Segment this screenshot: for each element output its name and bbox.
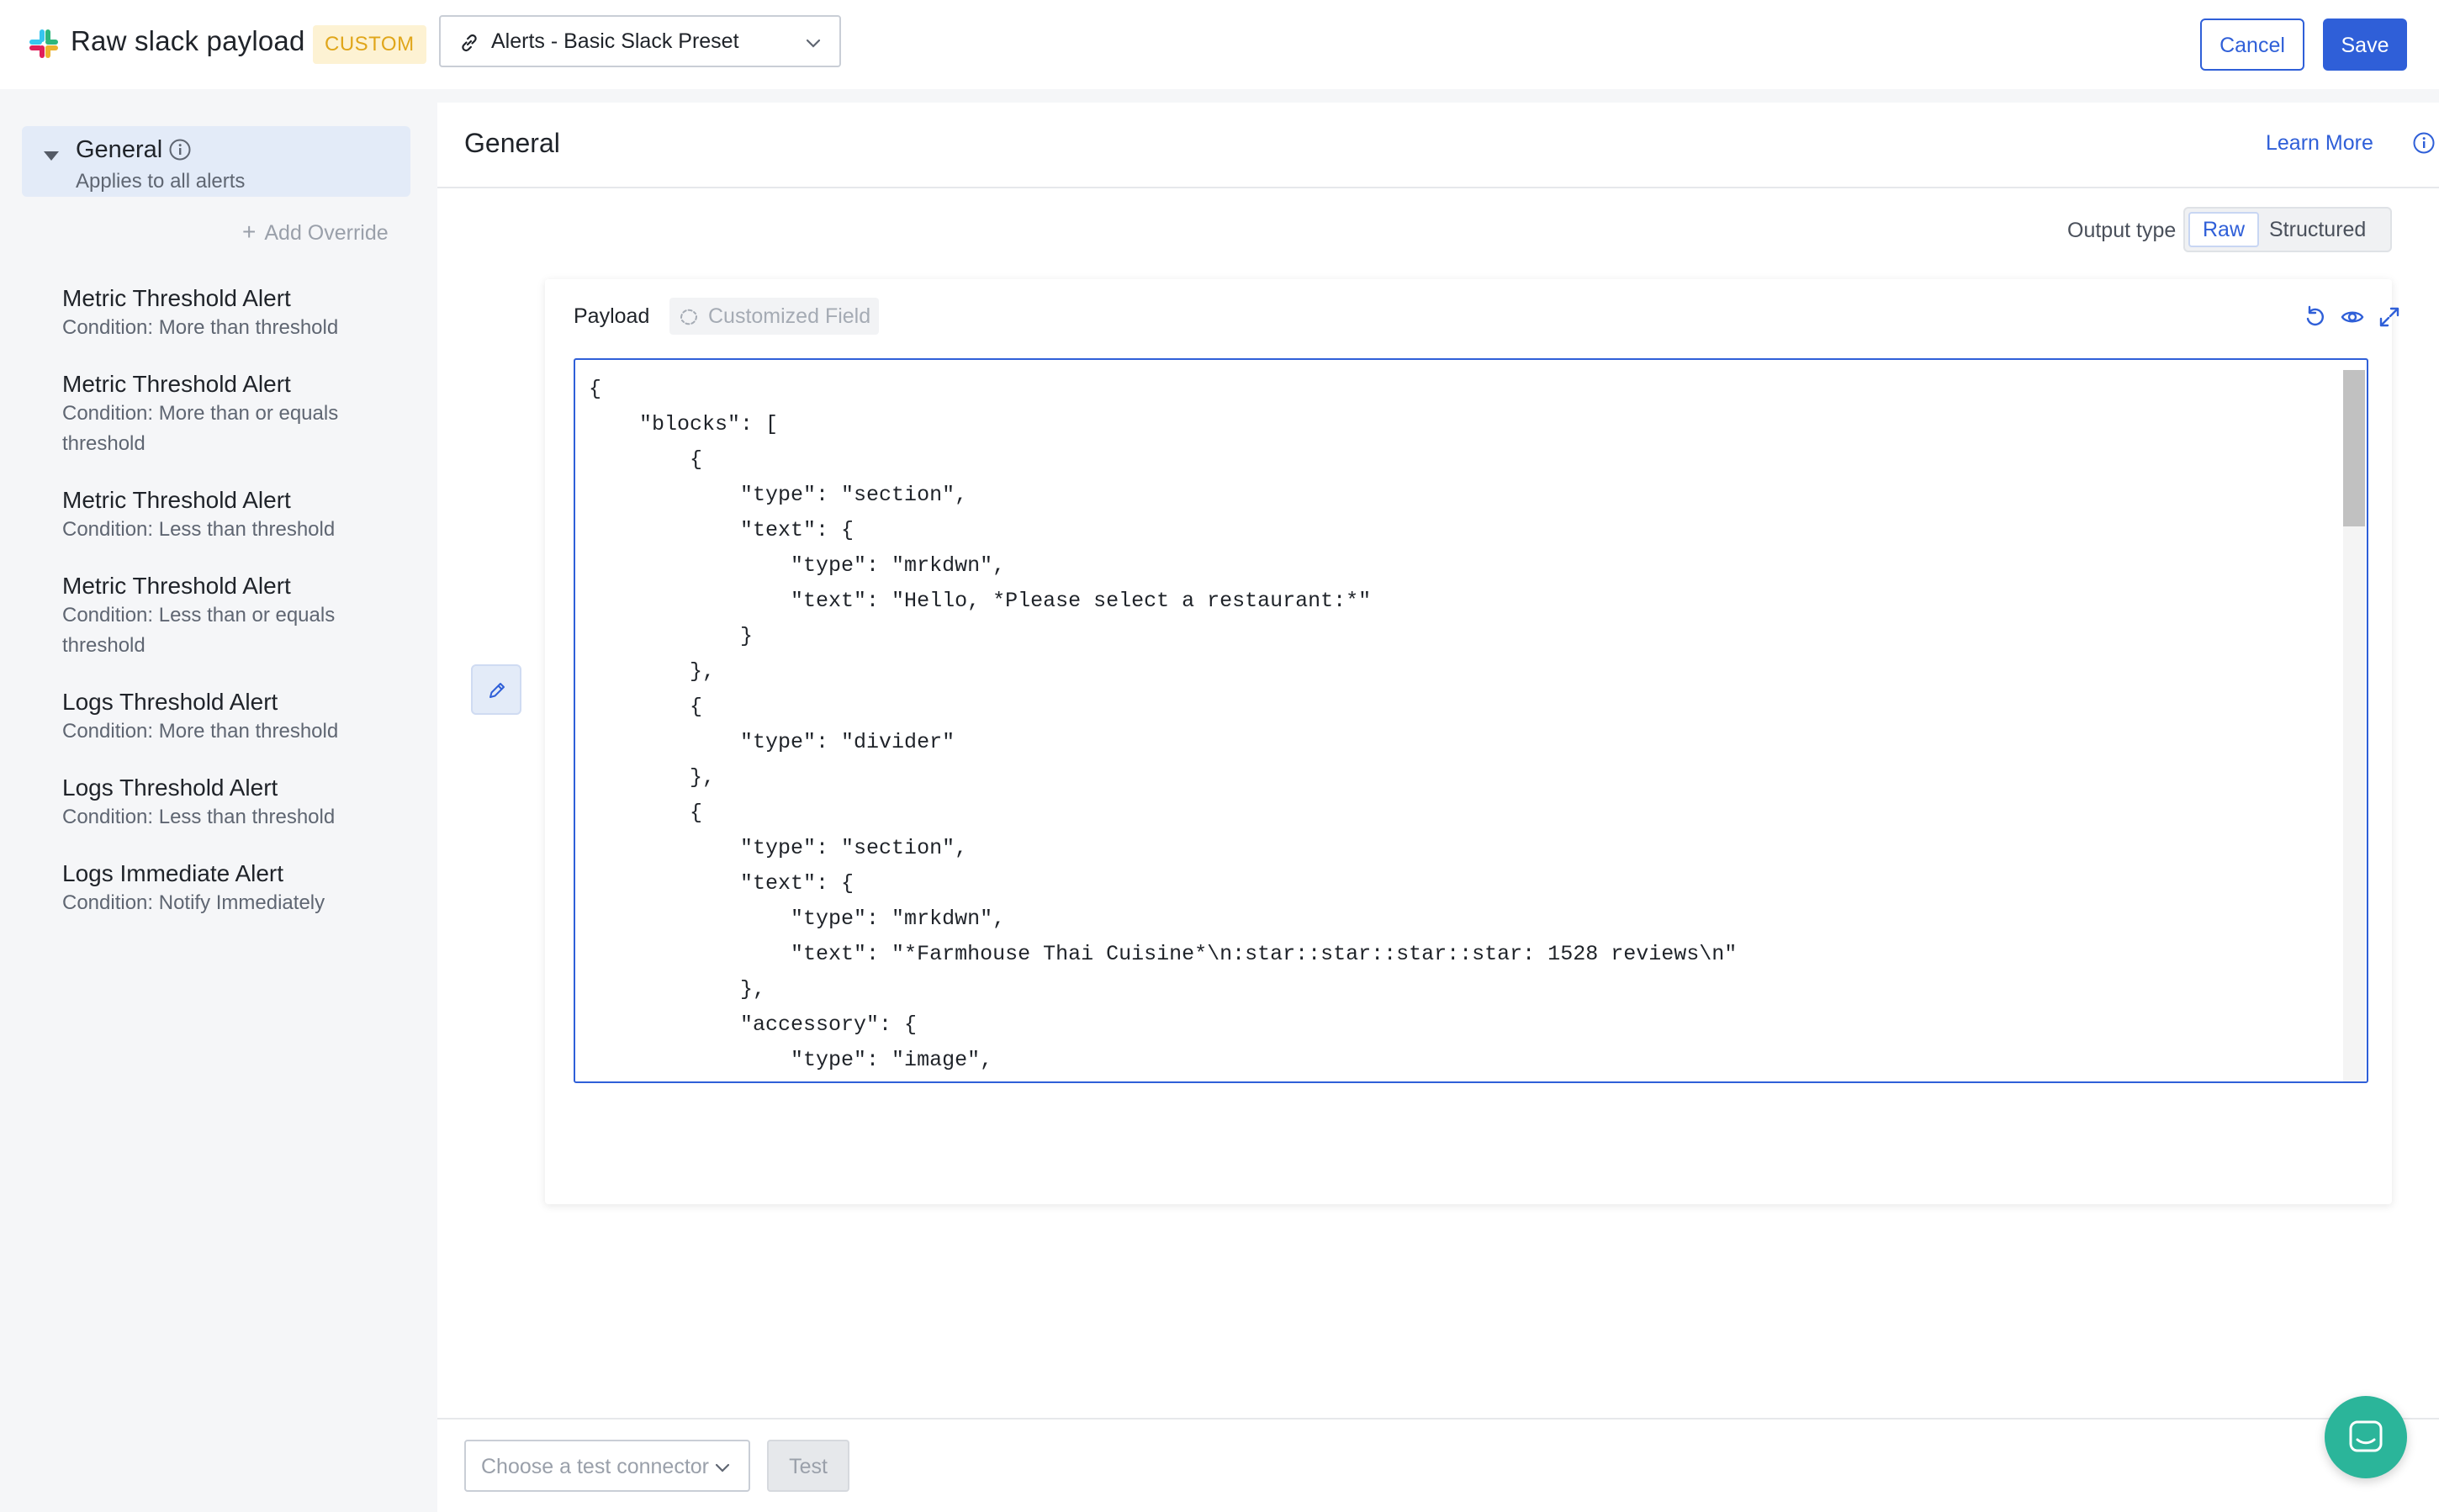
chat-icon — [2349, 1420, 2383, 1452]
add-override-button[interactable]: + Add Override — [242, 219, 389, 246]
sidebar-item-alert[interactable]: Logs Threshold Alert Condition: More tha… — [62, 688, 399, 747]
alert-title: Logs Threshold Alert — [62, 775, 278, 801]
sidebar: General Applies to all alerts + Add Overr… — [0, 89, 437, 1512]
alert-condition: Condition: Less than or equals threshold — [62, 604, 336, 657]
chat-button[interactable] — [2325, 1396, 2407, 1478]
sidebar-item-alert[interactable]: Metric Threshold Alert Condition: More t… — [62, 284, 399, 343]
customized-field-label: Customized Field — [708, 304, 871, 328]
undo-icon[interactable] — [2303, 304, 2328, 330]
test-connector-placeholder: Choose a test connector — [481, 1455, 709, 1478]
info-icon — [2413, 132, 2435, 154]
cancel-button[interactable]: Cancel — [2200, 19, 2304, 71]
edit-button[interactable] — [471, 664, 521, 715]
section-title: General — [464, 128, 560, 158]
alert-title: Logs Immediate Alert — [62, 860, 284, 886]
sidebar-item-alert[interactable]: Metric Threshold Alert Condition: More t… — [62, 370, 399, 459]
test-connector-select[interactable]: Choose a test connector — [464, 1440, 750, 1492]
plus-icon: + — [242, 219, 257, 245]
output-option-raw[interactable]: Raw — [2188, 212, 2259, 247]
alert-condition: Condition: More than threshold — [62, 720, 339, 743]
customized-field-button[interactable]: Customized Field — [669, 298, 880, 335]
alert-condition: Condition: Less than threshold — [62, 806, 336, 828]
chevron-down-icon — [806, 39, 821, 48]
alert-title: Metric Threshold Alert — [62, 371, 291, 397]
alert-title: Logs Threshold Alert — [62, 689, 278, 715]
payload-code[interactable]: { "blocks": [ { "type": "section", "text… — [589, 372, 1737, 1078]
alert-title: Metric Threshold Alert — [62, 285, 291, 311]
learn-more-label: Learn More — [2266, 131, 2373, 155]
main-panel: General Learn More Output type Raw Struc… — [437, 103, 2439, 1512]
sidebar-item-alert[interactable]: Metric Threshold Alert Condition: Less t… — [62, 486, 399, 545]
save-button[interactable]: Save — [2323, 19, 2407, 71]
custom-badge: CUSTOM — [313, 25, 426, 64]
alert-condition: Condition: Notify Immediately — [62, 891, 325, 914]
alert-condition: Condition: Less than threshold — [62, 518, 336, 541]
sidebar-item-subtitle: Applies to all alerts — [76, 170, 246, 193]
sidebar-item-title: General — [76, 136, 163, 163]
sidebar-item-alert[interactable]: Logs Immediate Alert Condition: Notify I… — [62, 859, 399, 918]
page-title: Raw slack payload — [71, 25, 305, 56]
sidebar-item-alert[interactable]: Metric Threshold Alert Condition: Less t… — [62, 572, 399, 661]
top-bar: Raw slack payload CUSTOM Alerts - Basic … — [0, 0, 2439, 89]
payload-label: Payload — [574, 304, 650, 328]
payload-editor[interactable]: { "blocks": [ { "type": "section", "text… — [574, 358, 2368, 1083]
scrollbar-thumb[interactable] — [2343, 370, 2365, 526]
alert-condition: Condition: More than or equals threshold — [62, 402, 339, 455]
slack-logo — [29, 29, 58, 58]
test-button[interactable]: Test — [767, 1440, 849, 1492]
sidebar-item-general[interactable]: General Applies to all alerts — [22, 126, 410, 197]
edit-icon — [489, 683, 505, 698]
alert-title: Metric Threshold Alert — [62, 573, 291, 599]
sidebar-item-alert[interactable]: Logs Threshold Alert Condition: Less tha… — [62, 774, 399, 833]
add-override-label: Add Override — [264, 221, 389, 245]
preset-label: Alerts - Basic Slack Preset — [491, 29, 739, 53]
link-icon — [462, 34, 477, 52]
preset-select[interactable]: Alerts - Basic Slack Preset — [439, 15, 841, 67]
customized-field-icon — [680, 309, 698, 325]
output-option-structured[interactable]: Structured — [2269, 212, 2366, 247]
caret-down-icon[interactable] — [44, 151, 59, 161]
output-type-toggle: Raw Structured — [2183, 207, 2392, 252]
divider — [437, 187, 2439, 188]
info-icon[interactable] — [168, 138, 192, 161]
output-type-label: Output type — [2067, 219, 2177, 242]
chevron-down-icon — [715, 1463, 730, 1472]
learn-more-link[interactable]: Learn More — [2266, 131, 2435, 156]
divider — [437, 1418, 2439, 1419]
payload-card: Payload Customized Field { "blocks": [ {… — [545, 279, 2399, 1204]
alert-title: Metric Threshold Alert — [62, 487, 291, 513]
expand-icon[interactable] — [2377, 304, 2402, 330]
eye-icon[interactable] — [2340, 304, 2365, 330]
alert-condition: Condition: More than threshold — [62, 316, 339, 339]
